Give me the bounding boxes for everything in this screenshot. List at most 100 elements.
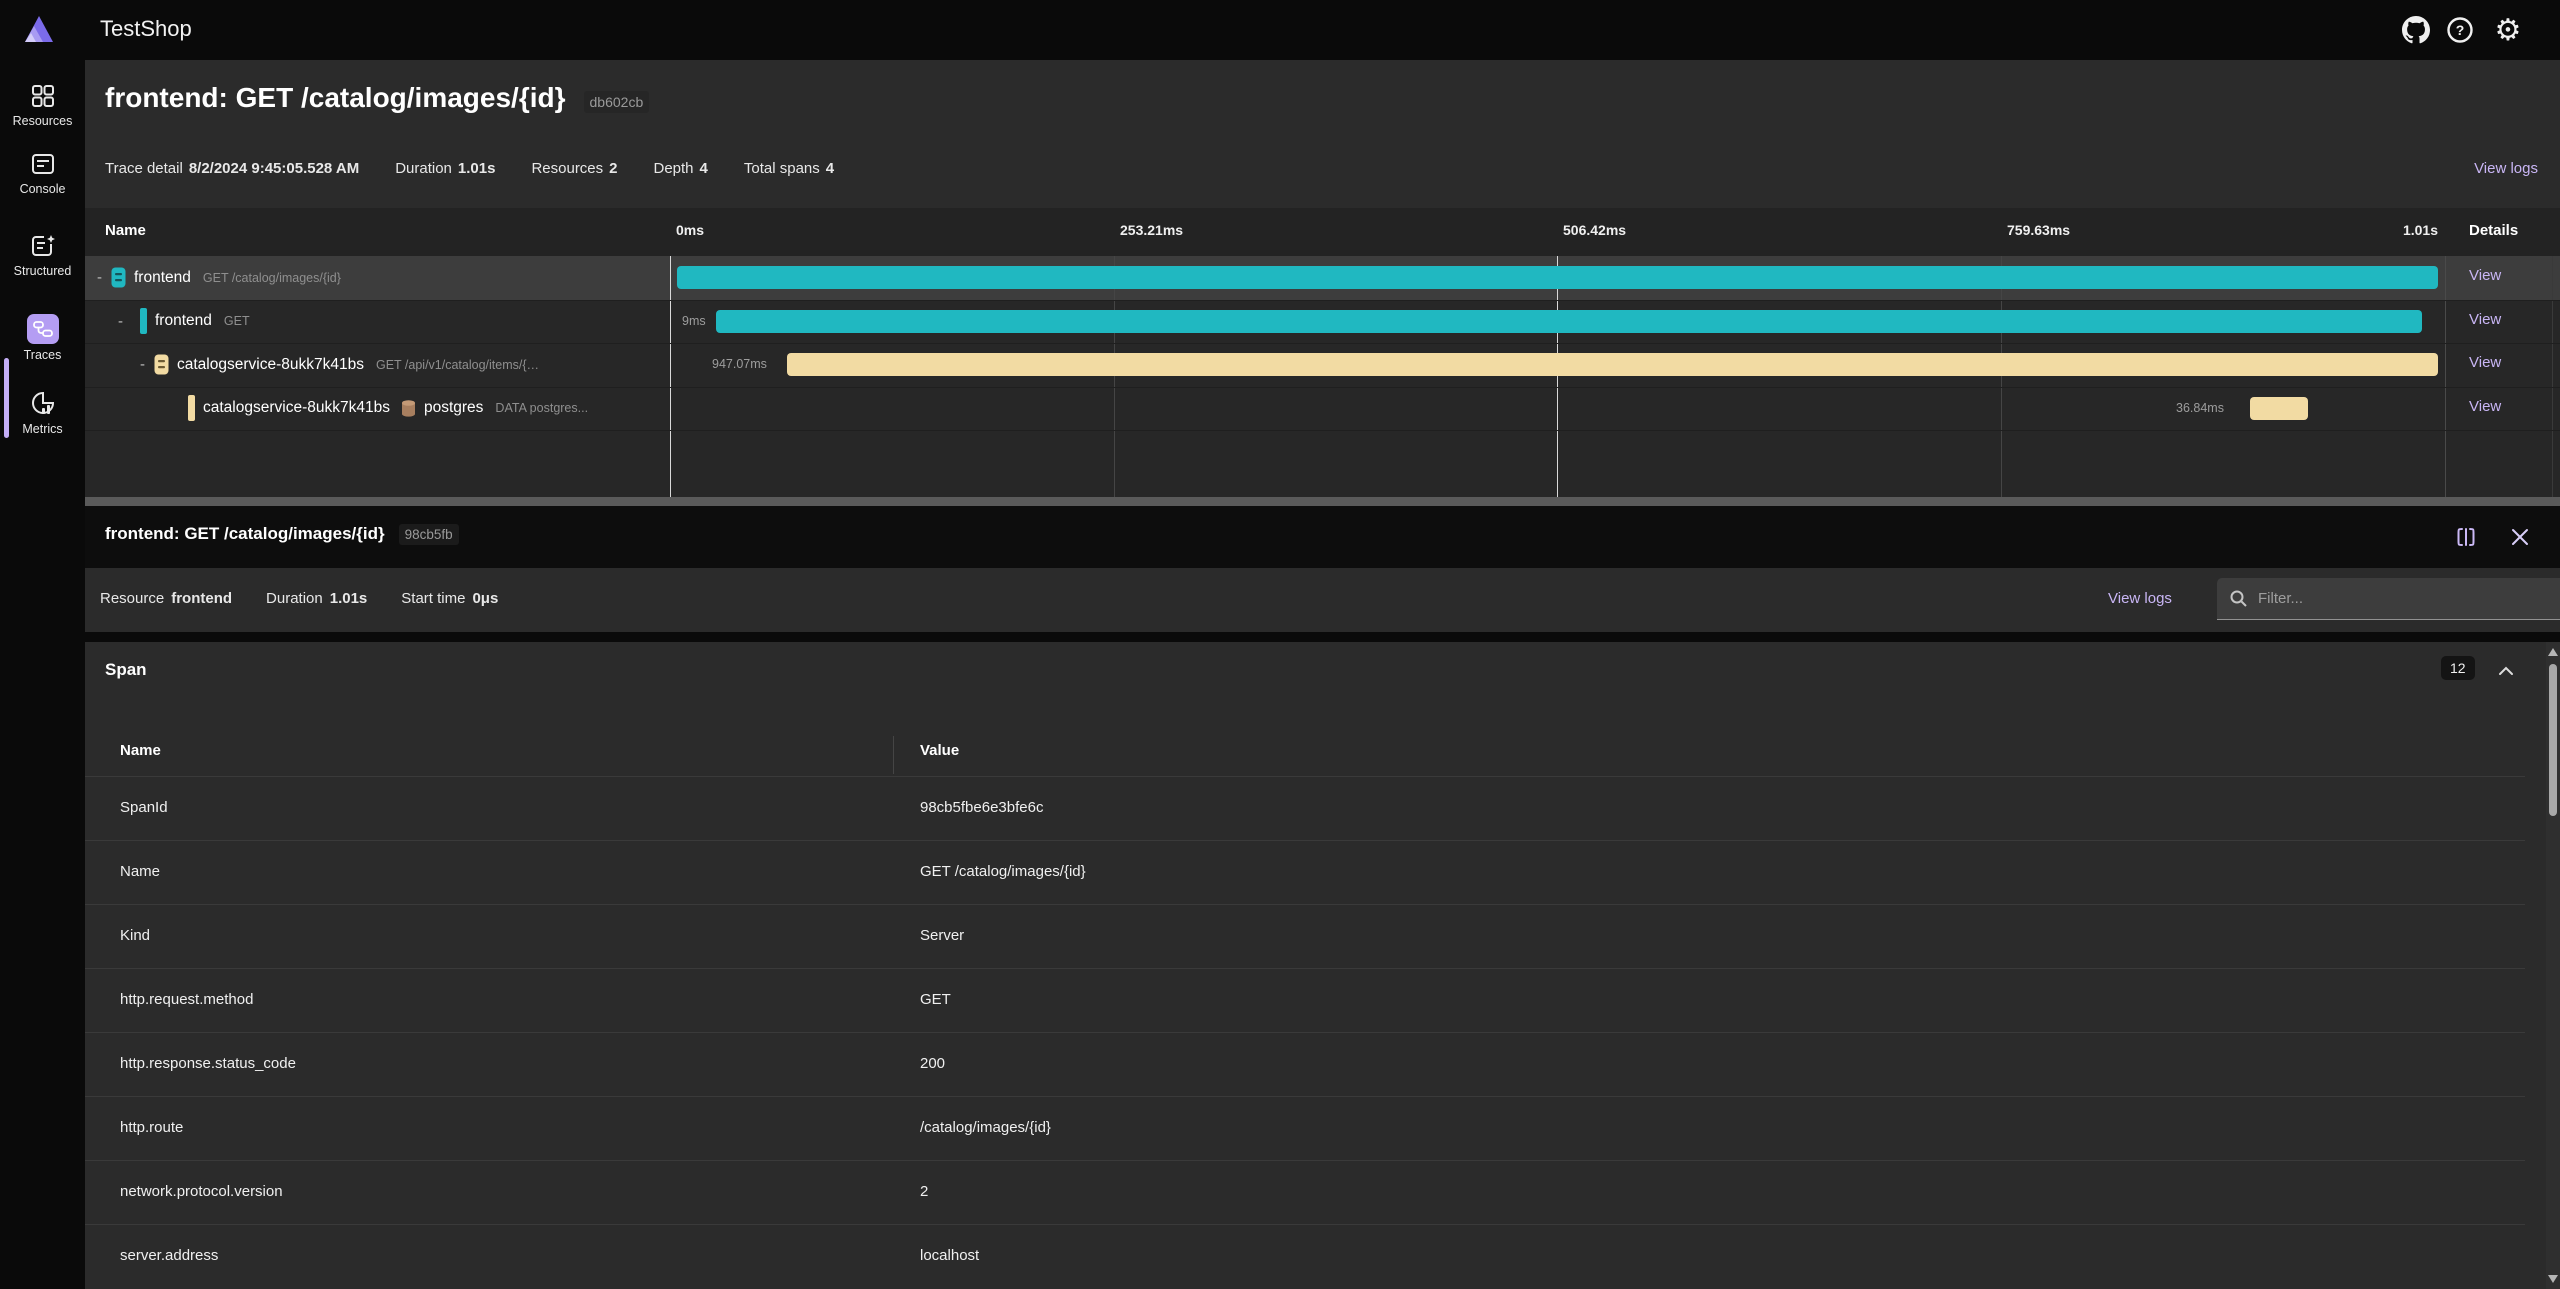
trace-header: frontend: GET /catalog/images/{id}db602c… xyxy=(85,60,2560,208)
view-logs-link[interactable]: View logs xyxy=(2108,590,2172,607)
client-span-icon xyxy=(188,395,195,421)
span-row-catalogservice-api[interactable]: - catalogservice-8ukk7k41bs GET /api/v1/… xyxy=(85,343,2560,387)
duration-field: Duration1.01s xyxy=(395,160,495,177)
github-icon[interactable] xyxy=(2400,14,2432,46)
attribute-row: http.response.status_code 200 xyxy=(85,1032,2525,1096)
close-panel-icon[interactable] xyxy=(2504,521,2536,553)
attribute-value: GET /catalog/images/{id} xyxy=(920,863,1086,880)
span-name-cell: - frontend GET xyxy=(85,300,670,344)
details-cell: View xyxy=(2445,300,2560,344)
attribute-value: /catalog/images/{id} xyxy=(920,1119,1051,1136)
attribute-name: network.protocol.version xyxy=(120,1183,283,1200)
scrollbar-down-arrow[interactable] xyxy=(2548,1275,2558,1283)
top-bar: TestShop ? ⚙ xyxy=(0,0,2560,60)
attribute-name: http.response.status_code xyxy=(120,1055,296,1072)
server-span-icon xyxy=(111,267,126,288)
attribute-value: GET xyxy=(920,991,951,1008)
span-annotation: GET /catalog/images/{id} xyxy=(203,271,341,285)
attribute-value: 2 xyxy=(920,1183,928,1200)
attribute-value: Server xyxy=(920,927,964,944)
sidebar-item-resources[interactable]: Resources xyxy=(0,82,85,128)
attribute-row: server.address localhost xyxy=(85,1224,2525,1288)
attribute-row: Kind Server xyxy=(85,904,2525,968)
view-span-link[interactable]: View xyxy=(2469,267,2501,284)
span-row-frontend-get[interactable]: - frontend GET 9ms View xyxy=(85,300,2560,344)
filter-search-box[interactable] xyxy=(2217,578,2560,620)
trace-page-title: frontend: GET /catalog/images/{id}db602c… xyxy=(105,82,649,114)
collapse-toggle[interactable]: - xyxy=(97,269,111,286)
scrollbar-thumb[interactable] xyxy=(2549,664,2557,816)
span-sub-resource: postgres xyxy=(424,399,483,417)
row-divider xyxy=(85,430,2560,431)
span-detail-title-text: frontend: GET /catalog/images/{id} xyxy=(105,524,385,543)
server-span-icon xyxy=(154,354,169,375)
attribute-value: 98cb5fbe6e3bfe6c xyxy=(920,799,1043,816)
span-metadata: Resourcefrontend Duration1.01s Start tim… xyxy=(100,590,498,607)
attribute-row: Name GET /catalog/images/{id} xyxy=(85,840,2525,904)
span-duration-label: 947.07ms xyxy=(712,357,767,371)
span-duration-label: 9ms xyxy=(682,314,706,328)
client-span-icon xyxy=(140,308,147,334)
help-icon[interactable]: ? xyxy=(2444,14,2476,46)
span-row-frontend-images[interactable]: - frontend GET /catalog/images/{id} View xyxy=(85,256,2560,300)
span-timeline-cell xyxy=(670,256,2445,300)
trace-timestamp: 8/2/2024 9:45:05.528 AM xyxy=(189,160,359,177)
waterfall-header: Name 0ms 253.21ms 506.42ms 759.63ms 1.01… xyxy=(85,208,2560,256)
view-span-link[interactable]: View xyxy=(2469,354,2501,371)
vertical-scrollbar[interactable] xyxy=(2546,642,2560,1289)
span-timeline-cell: 36.84ms xyxy=(670,387,2445,431)
attribute-name: server.address xyxy=(120,1247,218,1264)
attribute-name: http.request.method xyxy=(120,991,253,1008)
total-spans-field: Total spans4 xyxy=(744,160,834,177)
resources-field: Resources2 xyxy=(531,160,617,177)
view-logs-link[interactable]: View logs xyxy=(2474,160,2538,177)
span-annotation: GET xyxy=(224,314,250,328)
collapse-section-chevron-icon[interactable] xyxy=(2493,658,2519,684)
split-view-icon[interactable] xyxy=(2450,521,2482,553)
span-annotation: DATA postgres... xyxy=(495,401,588,415)
column-divider xyxy=(893,736,894,774)
postgres-database-icon xyxy=(400,399,417,418)
span-detail-info-row: Resourcefrontend Duration1.01s Start tim… xyxy=(85,568,2560,632)
tick-end: 1.01s xyxy=(2370,222,2438,238)
span-attribute-count-badge: 12 xyxy=(2441,656,2475,680)
attribute-name: http.route xyxy=(120,1119,183,1136)
view-span-link[interactable]: View xyxy=(2469,398,2501,415)
span-bar[interactable] xyxy=(2250,397,2309,420)
traces-icon xyxy=(27,314,59,344)
scrollbar-up-arrow[interactable] xyxy=(2548,648,2558,656)
trace-duration: 1.01s xyxy=(458,160,496,177)
sidebar-item-metrics[interactable]: Metrics xyxy=(0,388,85,436)
span-attributes-section: Span 12 Name Value SpanId 98cb5fbe6e3bfe… xyxy=(85,642,2560,1289)
sidebar-item-structured[interactable]: Structured xyxy=(0,232,85,278)
view-span-link[interactable]: View xyxy=(2469,311,2501,328)
panel-resize-splitter[interactable] xyxy=(85,497,2560,506)
attributes-table-header: Name Value xyxy=(85,730,2525,776)
span-name-cell: catalogservice-8ukk7k41bs postgres DATA … xyxy=(85,387,670,431)
search-icon xyxy=(2229,589,2248,608)
span-bar[interactable] xyxy=(677,266,2438,289)
sidebar-label: Traces xyxy=(0,348,85,362)
tick-253ms: 253.21ms xyxy=(1120,222,1183,238)
tick-506ms: 506.42ms xyxy=(1563,222,1626,238)
span-resource-name: catalogservice-8ukk7k41bs xyxy=(203,399,390,417)
filter-input[interactable] xyxy=(2258,590,2560,607)
attribute-value: localhost xyxy=(920,1247,979,1264)
tick-0ms: 0ms xyxy=(676,222,704,238)
span-bar[interactable] xyxy=(716,310,2422,333)
span-row-catalogservice-postgres[interactable]: catalogservice-8ukk7k41bs postgres DATA … xyxy=(85,387,2560,431)
span-duration-label: 36.84ms xyxy=(2176,401,2224,415)
sidebar-item-console[interactable]: Console xyxy=(0,150,85,196)
settings-gear-icon[interactable]: ⚙ xyxy=(2492,14,2524,46)
duration-field: Duration1.01s xyxy=(266,590,367,607)
attribute-row: SpanId 98cb5fbe6e3bfe6c xyxy=(85,776,2525,840)
details-cell: View xyxy=(2445,387,2560,431)
span-name-cell: - catalogservice-8ukk7k41bs GET /api/v1/… xyxy=(85,343,670,387)
sidebar-item-traces[interactable]: Traces xyxy=(0,314,85,362)
span-bar[interactable] xyxy=(787,353,2438,376)
attribute-name: Name xyxy=(120,863,160,880)
name-column-header: Name xyxy=(120,742,161,759)
collapse-toggle[interactable]: - xyxy=(140,356,154,373)
collapse-toggle[interactable]: - xyxy=(118,313,132,330)
attribute-row: http.route /catalog/images/{id} xyxy=(85,1096,2525,1160)
